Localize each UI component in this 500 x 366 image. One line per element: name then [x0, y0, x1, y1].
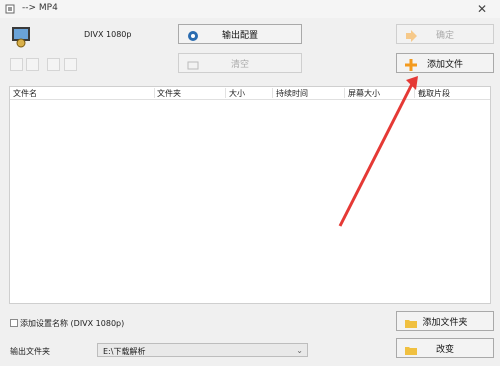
col-screen-size[interactable]: 屏幕大小 — [348, 88, 380, 99]
app-icon — [5, 4, 15, 14]
col-size[interactable]: 大小 — [229, 88, 245, 99]
column-divider — [225, 88, 226, 98]
ok-button[interactable]: 确定 — [396, 24, 494, 44]
add-folder-button[interactable]: 添加文件夹 — [396, 311, 494, 331]
col-duration[interactable]: 持续时间 — [276, 88, 308, 99]
remove-button[interactable] — [47, 58, 60, 71]
add-folder-label: 添加文件夹 — [422, 317, 468, 328]
title-bar: --> MP4 ✕ — [0, 0, 500, 18]
add-setting-name-checkbox[interactable] — [10, 319, 18, 327]
output-config-label: 输出配置 — [221, 30, 258, 41]
output-config-button[interactable]: 输出配置 — [178, 24, 302, 44]
col-folder[interactable]: 文件夹 — [157, 88, 181, 99]
column-divider — [272, 88, 273, 98]
close-window-button[interactable]: ✕ — [470, 2, 494, 16]
ok-label: 确定 — [435, 30, 454, 41]
format-label: DIVX 1080p — [84, 30, 132, 39]
change-button[interactable]: 改变 — [396, 338, 494, 358]
output-folder-select[interactable]: E:\下载解析 ⌄ — [97, 343, 308, 357]
add-setting-name-label: 添加设置名称 (DIVX 1080p) — [20, 319, 125, 328]
column-divider — [344, 88, 345, 98]
column-divider — [154, 88, 155, 98]
output-folder-label: 输出文件夹 — [10, 347, 50, 356]
column-divider — [414, 88, 415, 98]
window-title: --> MP4 — [22, 3, 58, 13]
video-format-icon — [12, 27, 30, 48]
add-file-button[interactable]: 添加文件 — [396, 53, 494, 73]
chevron-down-icon: ⌄ — [296, 346, 303, 355]
move-down-button[interactable] — [26, 58, 39, 71]
output-folder-value: E:\下载解析 — [103, 347, 146, 356]
file-list-header: 文件名 文件夹 大小 持续时间 屏幕大小 截取片段 — [10, 87, 490, 100]
col-clip[interactable]: 截取片段 — [418, 88, 450, 99]
play-button[interactable] — [64, 58, 77, 71]
clear-label: 清空 — [230, 59, 249, 70]
clear-button[interactable]: 清空 — [178, 53, 302, 73]
add-file-label: 添加文件 — [426, 59, 463, 70]
move-up-button[interactable] — [10, 58, 23, 71]
file-list[interactable]: 文件名 文件夹 大小 持续时间 屏幕大小 截取片段 — [9, 86, 491, 304]
change-label: 改变 — [435, 344, 454, 355]
col-filename[interactable]: 文件名 — [13, 88, 37, 99]
